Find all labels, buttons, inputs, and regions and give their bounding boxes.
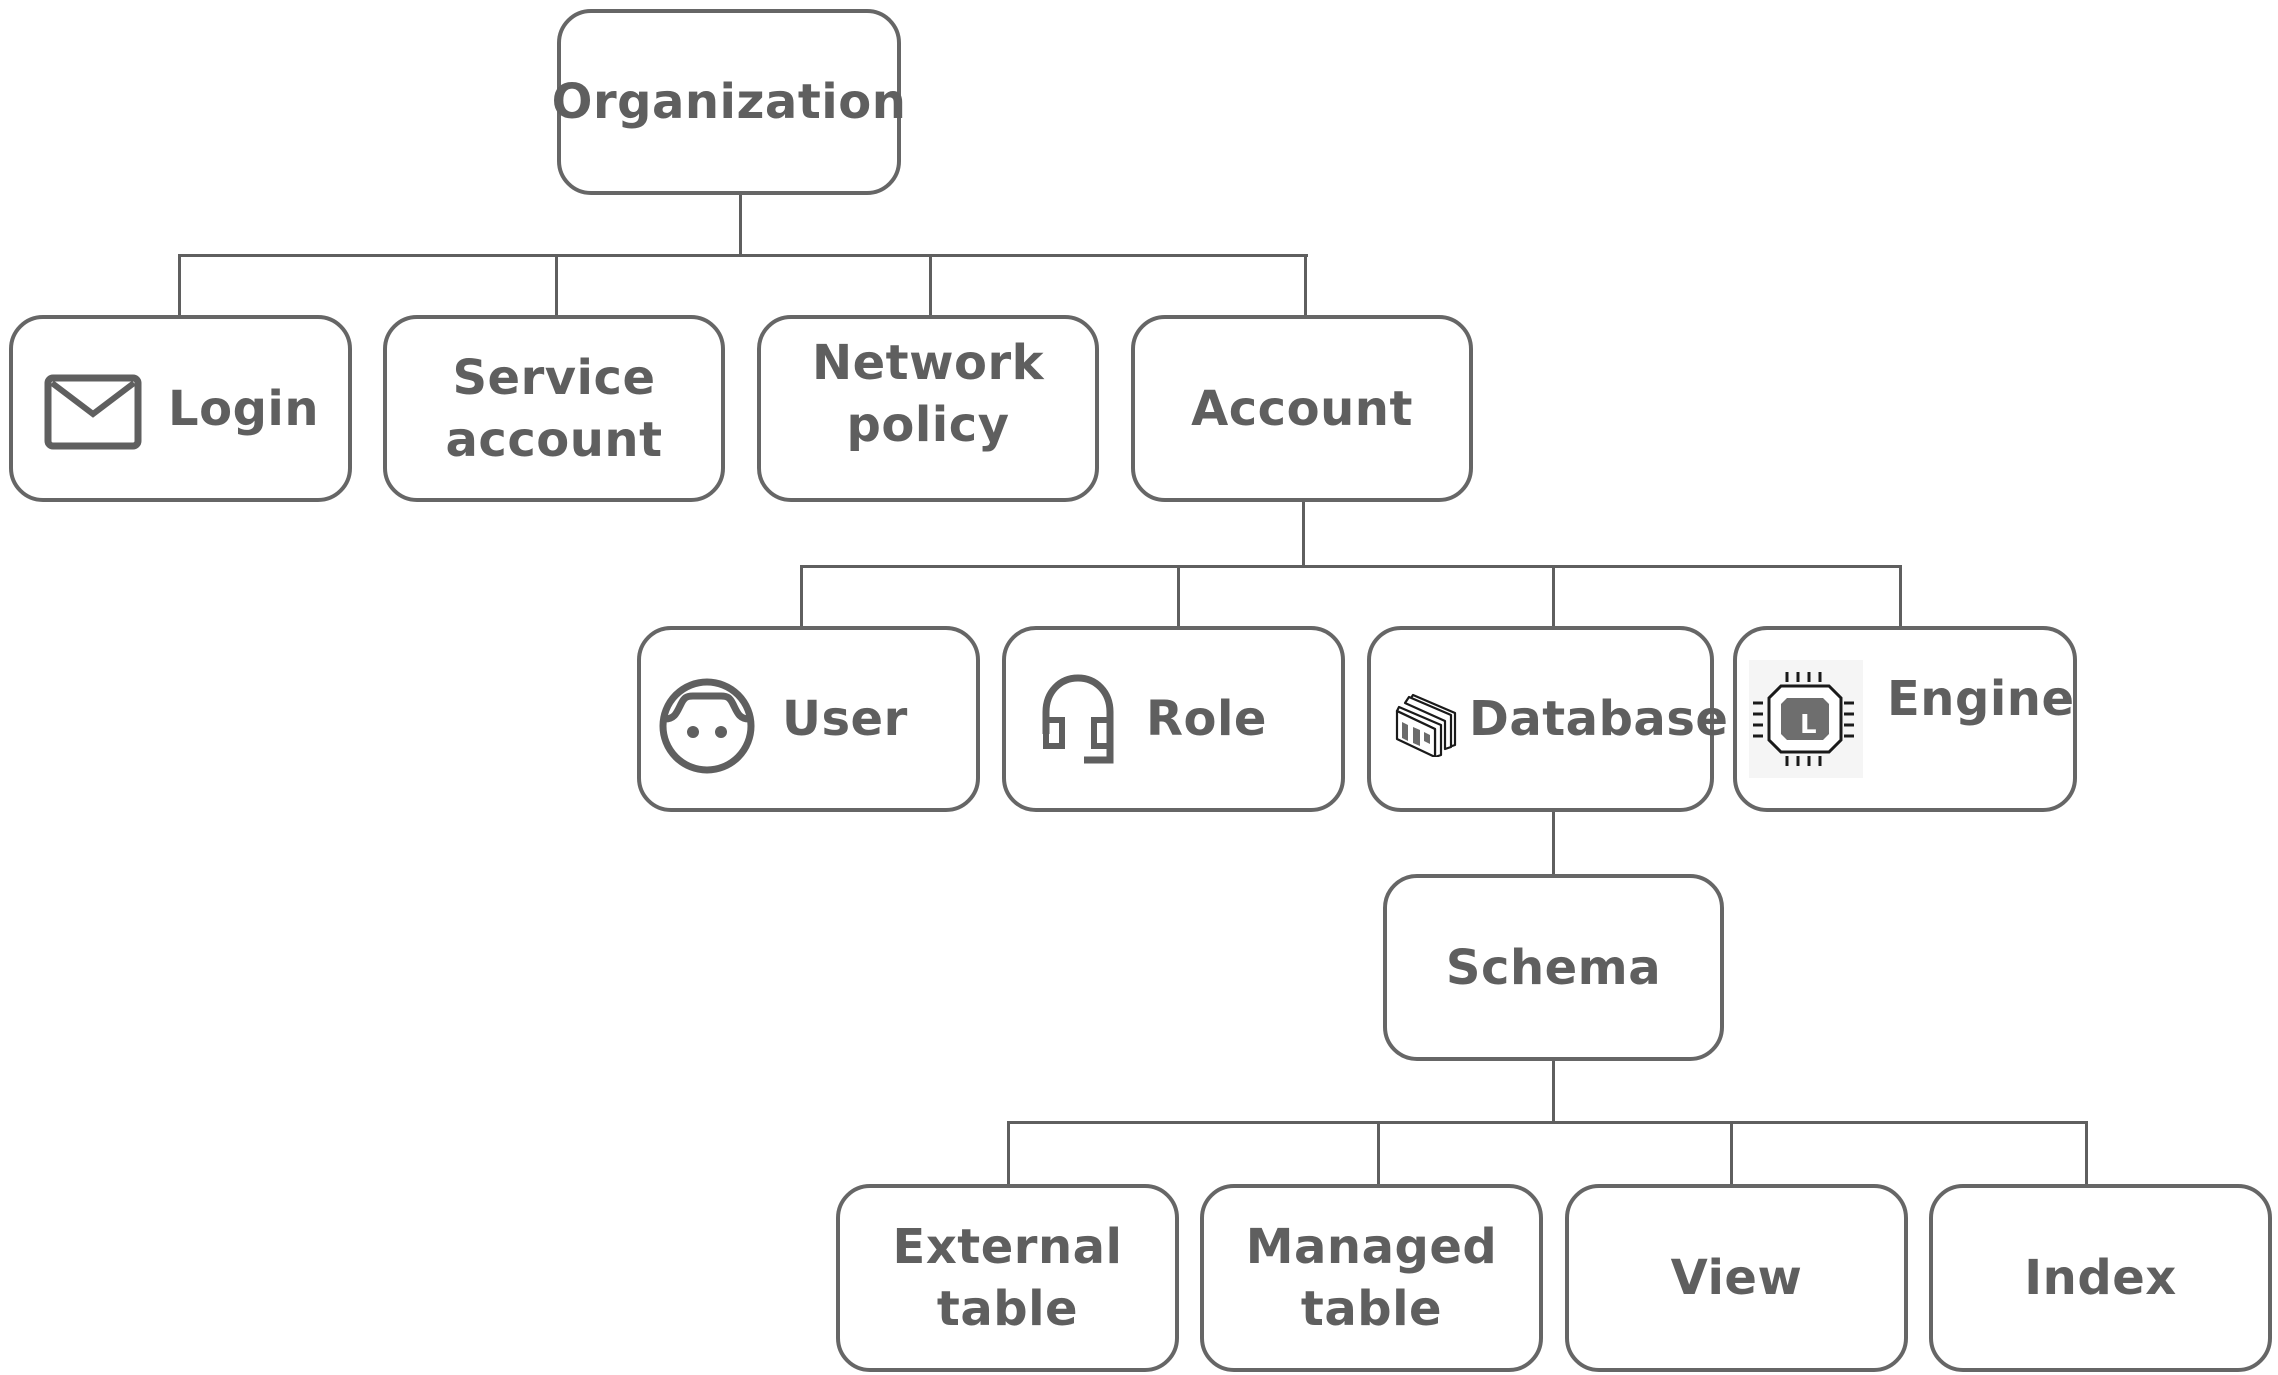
node-network-policy-label: Network policy (811, 334, 1045, 453)
connector-to-account (1304, 254, 1307, 316)
node-engine-label: Engine (1887, 671, 2075, 727)
node-external-table[interactable]: External table (836, 1184, 1179, 1372)
node-schema-label: Schema (1445, 939, 1662, 996)
connector-organization-stem (739, 195, 742, 256)
node-service-account[interactable]: Service account (383, 315, 725, 502)
node-engine[interactable]: L Engine (1733, 626, 2077, 812)
node-database-label: Database (1469, 691, 1729, 747)
node-role-label: Role (1146, 691, 1267, 747)
node-external-table-label: External table (892, 1219, 1123, 1337)
node-organization[interactable]: Organization (552, 9, 906, 195)
node-managed-table[interactable]: Managed table (1200, 1184, 1543, 1372)
headset-icon (1042, 674, 1114, 764)
connector-to-engine (1899, 565, 1902, 626)
connector-schema-stem (1552, 1060, 1555, 1123)
node-account[interactable]: Account (1131, 315, 1473, 502)
connector-database-to-schema (1552, 812, 1555, 875)
envelope-icon (44, 374, 142, 450)
database-windows-icon (1395, 693, 1457, 757)
connector-to-managed-table (1377, 1121, 1380, 1184)
connector-to-index (2085, 1121, 2088, 1184)
chip-icon-letter: L (1800, 710, 1817, 740)
connector-to-role (1177, 565, 1180, 626)
node-login-label: Login (168, 380, 320, 437)
connector-level1-bar (178, 254, 1308, 257)
node-managed-table-label: Managed table (1245, 1219, 1498, 1337)
node-view[interactable]: View (1565, 1184, 1908, 1372)
node-database[interactable]: Database (1367, 626, 1728, 812)
hierarchy-diagram: Organization Login Service account Netwo… (0, 0, 2278, 1375)
connector-level4-bar (1007, 1121, 2088, 1124)
connector-account-stem (1302, 502, 1305, 566)
node-view-label: View (1670, 1250, 1803, 1306)
node-account-label: Account (1191, 380, 1413, 437)
node-network-policy[interactable]: Network policy (757, 315, 1099, 502)
user-face-icon (659, 678, 755, 774)
connector-to-database (1552, 565, 1555, 626)
node-login[interactable]: Login (9, 315, 352, 502)
node-schema[interactable]: Schema (1383, 874, 1724, 1061)
connector-to-service-account (555, 254, 558, 316)
node-service-account-label: Service account (445, 349, 663, 468)
connector-level2-bar (800, 565, 1902, 568)
node-index-label: Index (2024, 1250, 2177, 1306)
connector-to-user (800, 565, 803, 626)
node-role[interactable]: Role (1002, 626, 1345, 812)
connector-to-login (178, 254, 181, 316)
node-user[interactable]: User (637, 626, 980, 812)
connector-to-network-policy (929, 254, 932, 316)
connector-to-external-table (1007, 1121, 1010, 1184)
node-user-label: User (782, 691, 908, 747)
node-organization-label: Organization (551, 74, 907, 130)
connector-to-view (1730, 1121, 1733, 1184)
node-index[interactable]: Index (1929, 1184, 2272, 1372)
